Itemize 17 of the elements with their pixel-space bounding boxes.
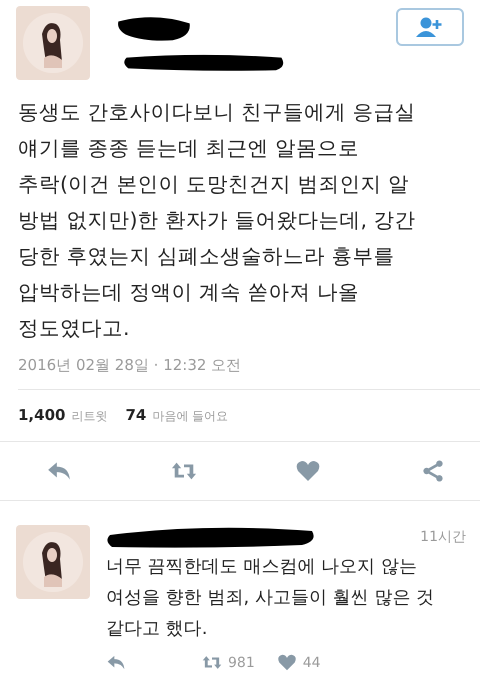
like-count: 44 xyxy=(302,654,321,670)
heart-icon[interactable] xyxy=(295,460,322,482)
tweet-text: 동생도 간호사이다보니 친구들에게 응급실 얘기를 종종 듣는데 최근엔 알몸으로 추락(이건 본인이 도망친건지 범죄인지 알 방법 없지만)한 환자가 들어왔다는데, 강간 당한 후였는지 심폐소생술하느라 흉부를 압박하는데 정액이 계속 쏟아져 나올 정도였다고. xyxy=(18,99,417,342)
reply-icon[interactable] xyxy=(46,460,72,482)
reply-text: 너무 끔찍한데도 매스컴에 나오지 않는 여성을 향한 범죄, 사고들이 훨씬 많은 것 같다고 했다. xyxy=(106,555,436,641)
retweet-icon[interactable] xyxy=(202,654,222,671)
reply-time: 11시간 xyxy=(420,528,466,546)
heart-icon[interactable] xyxy=(276,654,297,671)
reply-icon[interactable] xyxy=(106,654,126,671)
stat-count: 1,400 xyxy=(18,406,66,424)
retweet-icon[interactable] xyxy=(170,460,197,482)
retweet-count: 981 xyxy=(228,654,255,670)
stat-label[interactable]: 마음에 들어요 xyxy=(152,408,228,425)
stat-count: 74 xyxy=(125,406,146,424)
follow-button[interactable] xyxy=(396,8,464,46)
stat-label[interactable]: 리트윗 xyxy=(71,408,108,425)
timestamp: 2016년 02월 28일 · 12:32 오전 xyxy=(18,356,480,390)
